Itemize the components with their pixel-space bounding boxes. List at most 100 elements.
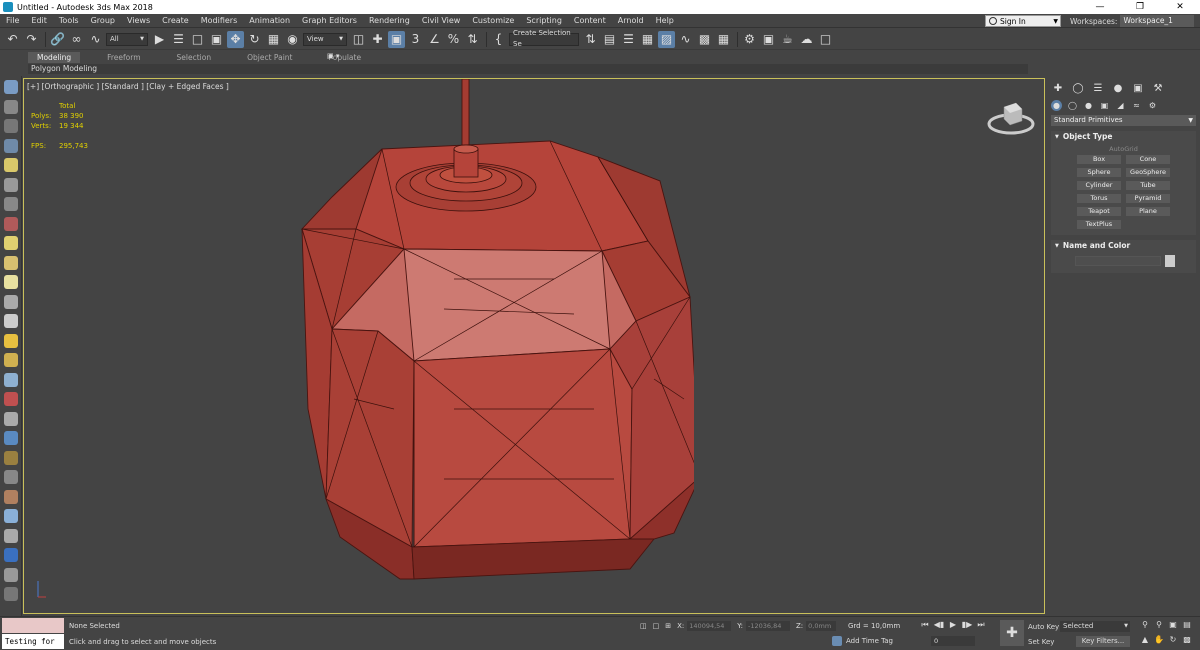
scene-explorer-icon[interactable] <box>3 99 18 114</box>
autogrid-checkbox[interactable]: AutoGrid <box>1051 145 1196 153</box>
ribbon-tab-object-paint[interactable]: Object Paint <box>238 52 301 63</box>
menu-scripting[interactable]: Scripting <box>520 14 568 28</box>
menu-edit[interactable]: Edit <box>25 14 53 28</box>
plane-button[interactable]: Plane <box>1126 207 1170 216</box>
hair-icon[interactable] <box>3 450 18 465</box>
name-color-header[interactable]: ▼ Name and Color <box>1051 240 1196 251</box>
select-object-icon[interactable]: ▶ <box>151 31 168 48</box>
helpers-icon[interactable]: ◢ <box>1115 100 1126 111</box>
sphere-light-icon[interactable] <box>3 275 18 289</box>
bind-spacewarp-icon[interactable]: ∿ <box>87 31 104 48</box>
rotate-icon[interactable]: ↻ <box>246 31 263 48</box>
cameras-icon[interactable]: ▣ <box>1099 100 1110 111</box>
toggle-icon[interactable] <box>3 548 18 562</box>
percent-snap-icon[interactable]: % <box>445 31 462 48</box>
isolate-icon[interactable]: □ <box>653 622 660 630</box>
y-coordinate-field[interactable]: -12036,84 <box>746 621 790 631</box>
pivot-center-icon[interactable]: ◫ <box>350 31 367 48</box>
layer-manager-icon[interactable] <box>3 119 18 133</box>
dome-light-icon[interactable] <box>3 255 18 270</box>
modify-tab-icon[interactable]: ◯ <box>1071 81 1085 95</box>
light-icon[interactable] <box>3 158 18 172</box>
systems-icon[interactable]: ⚙ <box>1147 100 1158 111</box>
menu-modifiers[interactable]: Modifiers <box>195 14 244 28</box>
set-key-button[interactable]: Set Key <box>1028 638 1054 646</box>
cone-light-icon[interactable] <box>3 314 18 328</box>
globe-icon[interactable] <box>3 431 18 445</box>
menu-animation[interactable]: Animation <box>243 14 296 28</box>
play-icon[interactable]: ▶ <box>946 620 960 632</box>
utilities-tab-icon[interactable]: ⚒ <box>1151 81 1165 95</box>
angle-snap-icon[interactable]: ∠ <box>426 31 443 48</box>
menu-graph-editors[interactable]: Graph Editors <box>296 14 363 28</box>
ribbon-options-icon[interactable]: ▣ ▾ <box>327 52 339 60</box>
display-tab-icon[interactable]: ▣ <box>1131 81 1145 95</box>
key-mode-select[interactable]: Selected ▼ <box>1060 621 1130 632</box>
settings-strip-icon[interactable] <box>3 587 18 601</box>
geosphere-button[interactable]: GeoSphere <box>1126 168 1170 177</box>
menu-help[interactable]: Help <box>650 14 680 28</box>
keyboard-shortcut-override-icon[interactable]: ▣ <box>388 30 405 48</box>
redo-icon[interactable]: ↷ <box>23 31 40 48</box>
geometry-icon[interactable]: ● <box>1051 99 1062 111</box>
render-cloud-icon[interactable]: ☁ <box>798 31 815 48</box>
menu-civil-view[interactable]: Civil View <box>416 14 467 28</box>
object-type-header[interactable]: ▼ Object Type <box>1051 131 1196 142</box>
create-tab-icon[interactable]: ✚ <box>1051 81 1065 95</box>
key-filters-button[interactable]: Key Filters... <box>1076 636 1130 647</box>
maxscript-listener-input[interactable] <box>2 618 64 633</box>
toggle-scene-explorer-icon[interactable]: ☰ <box>620 31 637 48</box>
render-iterative-icon[interactable]: □ <box>817 31 834 48</box>
pyramid-button[interactable]: Pyramid <box>1126 194 1170 203</box>
space-warps-icon[interactable]: ≈ <box>1131 100 1142 111</box>
shapes-icon[interactable]: ◯ <box>1067 100 1078 111</box>
teapot-button[interactable]: Teapot <box>1077 207 1121 216</box>
undo-icon[interactable]: ↶ <box>4 31 21 48</box>
lights-icon[interactable]: ● <box>1083 100 1094 111</box>
striped-light-icon[interactable] <box>3 294 18 309</box>
placement-icon[interactable]: ◉ <box>284 31 301 48</box>
robot-icon[interactable] <box>3 216 18 231</box>
tube-button[interactable]: Tube <box>1126 181 1170 190</box>
field-of-view-icon[interactable]: ▲ <box>1138 635 1152 647</box>
menu-views[interactable]: Views <box>121 14 156 28</box>
viewport-label[interactable]: [+] [Orthographic ] [Standard ] [Clay + … <box>27 82 229 91</box>
motion-tab-icon[interactable]: ● <box>1111 81 1125 95</box>
paint-icon[interactable] <box>3 392 18 406</box>
unlink-icon[interactable]: ∞ <box>68 31 85 48</box>
curve-editor-icon[interactable]: ∿ <box>677 31 694 48</box>
sky-icon[interactable] <box>3 353 18 367</box>
container-icon[interactable] <box>3 567 18 582</box>
maxscript-output[interactable]: Testing for <box>2 634 64 649</box>
link-icon[interactable]: 🔗 <box>49 31 66 48</box>
textplus-button[interactable]: TextPlus <box>1077 220 1121 229</box>
menu-tools[interactable]: Tools <box>53 14 85 28</box>
minimize-icon[interactable]: — <box>1080 0 1120 14</box>
zoom-icon[interactable]: ⚲ <box>1138 620 1152 632</box>
orbit-icon[interactable]: ↻ <box>1166 635 1180 647</box>
add-time-tag[interactable]: Add Time Tag <box>832 636 893 646</box>
display-icon[interactable] <box>3 138 18 153</box>
workspace-select[interactable]: Workspace_1 <box>1120 15 1195 27</box>
ball-icon[interactable] <box>3 509 18 523</box>
render-production-icon[interactable]: ☕ <box>779 31 796 48</box>
material-editor-icon[interactable]: ▦ <box>715 31 732 48</box>
bone-icon[interactable] <box>3 411 18 426</box>
viewport-layout-icon[interactable] <box>3 80 18 94</box>
schematic-view-icon[interactable]: ▩ <box>696 31 713 48</box>
restore-icon[interactable]: ❐ <box>1120 0 1160 14</box>
cloth-icon[interactable] <box>3 489 18 504</box>
move-icon[interactable]: ✥ <box>227 30 244 48</box>
edit-named-selection-icon[interactable]: { <box>490 31 507 48</box>
zoom-all-icon[interactable]: ⚲ <box>1152 620 1166 632</box>
menu-create[interactable]: Create <box>156 14 195 28</box>
menu-rendering[interactable]: Rendering <box>363 14 416 28</box>
spinner-snap-icon[interactable]: ⇅ <box>464 31 481 48</box>
next-frame-icon[interactable]: ▮▶ <box>960 620 974 632</box>
zoom-extents-all-icon[interactable]: ▤ <box>1180 620 1194 632</box>
named-selection-set-select[interactable]: Create Selection Se <box>509 29 579 48</box>
object-name-input[interactable] <box>1075 256 1161 266</box>
menu-arnold[interactable]: Arnold <box>612 14 650 28</box>
snaps-toggle-icon[interactable]: 3 <box>407 31 424 48</box>
selection-filter-select[interactable]: All ▼ <box>106 32 148 46</box>
